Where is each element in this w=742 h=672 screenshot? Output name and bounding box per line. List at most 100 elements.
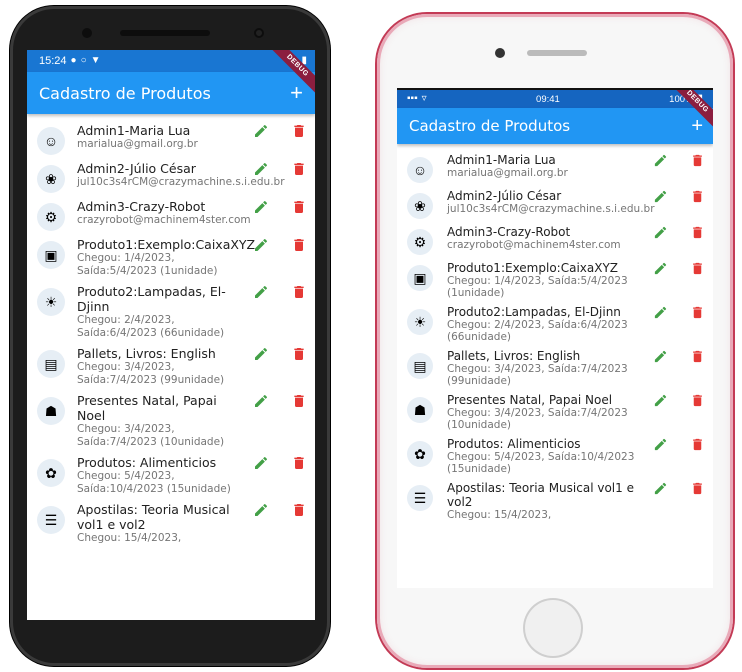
- list-item[interactable]: ☰ Apostilas: Teoria Musical vol1 e vol2 Ch…: [397, 478, 713, 524]
- edit-icon[interactable]: [653, 393, 668, 408]
- list-item[interactable]: ⚙ Admin3-Crazy-Robot crazyrobot@machinem4s…: [27, 196, 315, 234]
- item-actions: [653, 153, 705, 168]
- delete-icon[interactable]: [690, 305, 705, 320]
- edit-icon[interactable]: [253, 284, 269, 300]
- edit-icon[interactable]: [253, 199, 269, 215]
- item-actions: [653, 481, 705, 496]
- list-item[interactable]: ☺ Admin1-Maria Lua marialua@gmail.org.br: [397, 150, 713, 186]
- lamp-icon: ☀: [37, 288, 65, 316]
- item-title: Apostilas: Teoria Musical vol1 e vol2: [77, 502, 230, 532]
- list-item[interactable]: ☀ Produto2:Lampadas, El-Djinn Chegou: 2/4/…: [27, 281, 315, 343]
- delete-icon[interactable]: [291, 237, 307, 253]
- home-button[interactable]: [525, 600, 581, 656]
- pallet-icon: ▤: [407, 353, 433, 379]
- edit-icon[interactable]: [653, 261, 668, 276]
- earpiece: [120, 30, 210, 36]
- status-time: 15:24: [39, 55, 67, 67]
- list-item[interactable]: ☗ Presentes Natal, Papai Noel Chegou: 3/4/…: [397, 390, 713, 434]
- delete-icon[interactable]: [690, 349, 705, 364]
- item-actions: [253, 346, 307, 362]
- edit-icon[interactable]: [253, 346, 269, 362]
- item-text: Admin1-Maria Lua marialua@gmail.org.br: [77, 123, 245, 151]
- android-status-bar: 15:24 ● ○ ▼ ▿ ▮: [27, 50, 315, 72]
- item-title: Admin2-Júlio César: [447, 189, 562, 203]
- item-subtitle: Chegou: 2/4/2023, Saída:6/4/2023 (66unid…: [447, 319, 628, 343]
- app-bar: Cadastro de Produtos +: [397, 108, 713, 144]
- delete-icon[interactable]: [690, 261, 705, 276]
- edit-icon[interactable]: [653, 189, 668, 204]
- edit-icon[interactable]: [253, 237, 269, 253]
- delete-icon[interactable]: [291, 199, 307, 215]
- edit-icon[interactable]: [253, 502, 269, 518]
- box-icon: ▣: [407, 265, 433, 291]
- list-item[interactable]: ☗ Presentes Natal, Papai Noel Chegou: 3/4/…: [27, 390, 315, 452]
- list-item[interactable]: ✿ Produtos: Alimenticios Chegou: 5/4/2023,…: [27, 452, 315, 499]
- list-item[interactable]: ☺ Admin1-Maria Lua marialua@gmail.org.br: [27, 120, 315, 158]
- item-text: Admin3-Crazy-Robot crazyrobot@machinem4st…: [447, 225, 645, 251]
- delete-icon[interactable]: [291, 455, 307, 471]
- delete-icon[interactable]: [291, 284, 307, 300]
- delete-icon[interactable]: [690, 189, 705, 204]
- list-item[interactable]: ❀ Admin2-Júlio César jul10c3s4rCM@crazymac…: [27, 158, 315, 196]
- books-icon: ☰: [407, 485, 433, 511]
- delete-icon[interactable]: [291, 502, 307, 518]
- item-text: Produtos: Alimenticios Chegou: 5/4/2023, …: [447, 437, 645, 475]
- edit-icon[interactable]: [253, 455, 269, 471]
- edit-icon[interactable]: [653, 349, 668, 364]
- list-item[interactable]: ☀ Produto2:Lampadas, El-Djinn Chegou: 2/4/…: [397, 302, 713, 346]
- list-item[interactable]: ▣ Produto1:Exemplo:CaixaXYZ Chegou: 1/4/20…: [397, 258, 713, 302]
- edit-icon[interactable]: [653, 153, 668, 168]
- whatsapp-notification-icon: ○: [80, 55, 87, 66]
- delete-icon[interactable]: [690, 225, 705, 240]
- item-actions: [253, 455, 307, 471]
- delete-icon[interactable]: [291, 161, 307, 177]
- delete-icon[interactable]: [690, 393, 705, 408]
- item-subtitle: marialua@gmail.org.br: [77, 138, 198, 150]
- item-title: Apostilas: Teoria Musical vol1 e vol2: [447, 481, 634, 509]
- ios-status-bar: ▪▪▪ ▿ 09:41 100% ▮: [397, 90, 713, 108]
- item-subtitle: jul10c3s4rCM@crazymachine.s.i.edu.br: [447, 203, 655, 215]
- list-item[interactable]: ⚙ Admin3-Crazy-Robot crazyrobot@machinem4s…: [397, 222, 713, 258]
- item-title: Admin3-Crazy-Robot: [447, 225, 571, 239]
- item-actions: [653, 305, 705, 320]
- delete-icon[interactable]: [291, 393, 307, 409]
- list-item[interactable]: ▤ Pallets, Livros: English Chegou: 3/4/202…: [27, 343, 315, 390]
- item-title: Pallets, Livros: English: [447, 349, 581, 363]
- android-screen: 15:24 ● ○ ▼ ▿ ▮ Cadastro de Produtos + D…: [27, 50, 315, 620]
- list-item[interactable]: ☰ Apostilas: Teoria Musical vol1 e vol2 Ch…: [27, 499, 315, 548]
- wifi-icon: ▿: [421, 93, 427, 104]
- item-text: Admin2-Júlio César jul10c3s4rCM@crazymach…: [447, 189, 655, 215]
- edit-icon[interactable]: [653, 225, 668, 240]
- list-item[interactable]: ✿ Produtos: Alimenticios Chegou: 5/4/2023,…: [397, 434, 713, 478]
- front-sensor: [254, 28, 264, 38]
- edit-icon[interactable]: [653, 481, 668, 496]
- delete-icon[interactable]: [291, 346, 307, 362]
- edit-icon[interactable]: [253, 161, 269, 177]
- edit-icon[interactable]: [653, 305, 668, 320]
- edit-icon[interactable]: [253, 123, 269, 139]
- delete-icon[interactable]: [690, 437, 705, 452]
- list-item[interactable]: ▤ Pallets, Livros: English Chegou: 3/4/202…: [397, 346, 713, 390]
- box-icon: ▣: [37, 241, 65, 269]
- add-button[interactable]: +: [290, 82, 303, 104]
- item-actions: [653, 189, 705, 204]
- status-time: 09:41: [536, 93, 560, 105]
- item-subtitle: Chegou: 5/4/2023, Saída:10/4/2023 (15uni…: [447, 451, 635, 475]
- delete-icon[interactable]: [291, 123, 307, 139]
- page-title: Cadastro de Produtos: [39, 83, 211, 103]
- item-subtitle: marialua@gmail.org.br: [447, 167, 568, 179]
- page-title: Cadastro de Produtos: [409, 117, 571, 135]
- user-notification-icon: ●: [70, 55, 77, 66]
- add-button[interactable]: +: [691, 116, 703, 136]
- edit-icon[interactable]: [653, 437, 668, 452]
- delete-icon[interactable]: [690, 153, 705, 168]
- delete-icon[interactable]: [690, 481, 705, 496]
- item-text: Admin3-Crazy-Robot crazyrobot@machinem4st…: [77, 199, 251, 227]
- food-basket-icon: ✿: [37, 459, 65, 487]
- list-item[interactable]: ❀ Admin2-Júlio César jul10c3s4rCM@crazymac…: [397, 186, 713, 222]
- edit-icon[interactable]: [253, 393, 269, 409]
- list-item[interactable]: ▣ Produto1:Exemplo:CaixaXYZ Chegou: 1/4/20…: [27, 234, 315, 281]
- item-actions: [653, 437, 705, 452]
- item-title: Admin1-Maria Lua: [77, 123, 191, 138]
- item-title: Presentes Natal, Papai Noel: [77, 393, 217, 423]
